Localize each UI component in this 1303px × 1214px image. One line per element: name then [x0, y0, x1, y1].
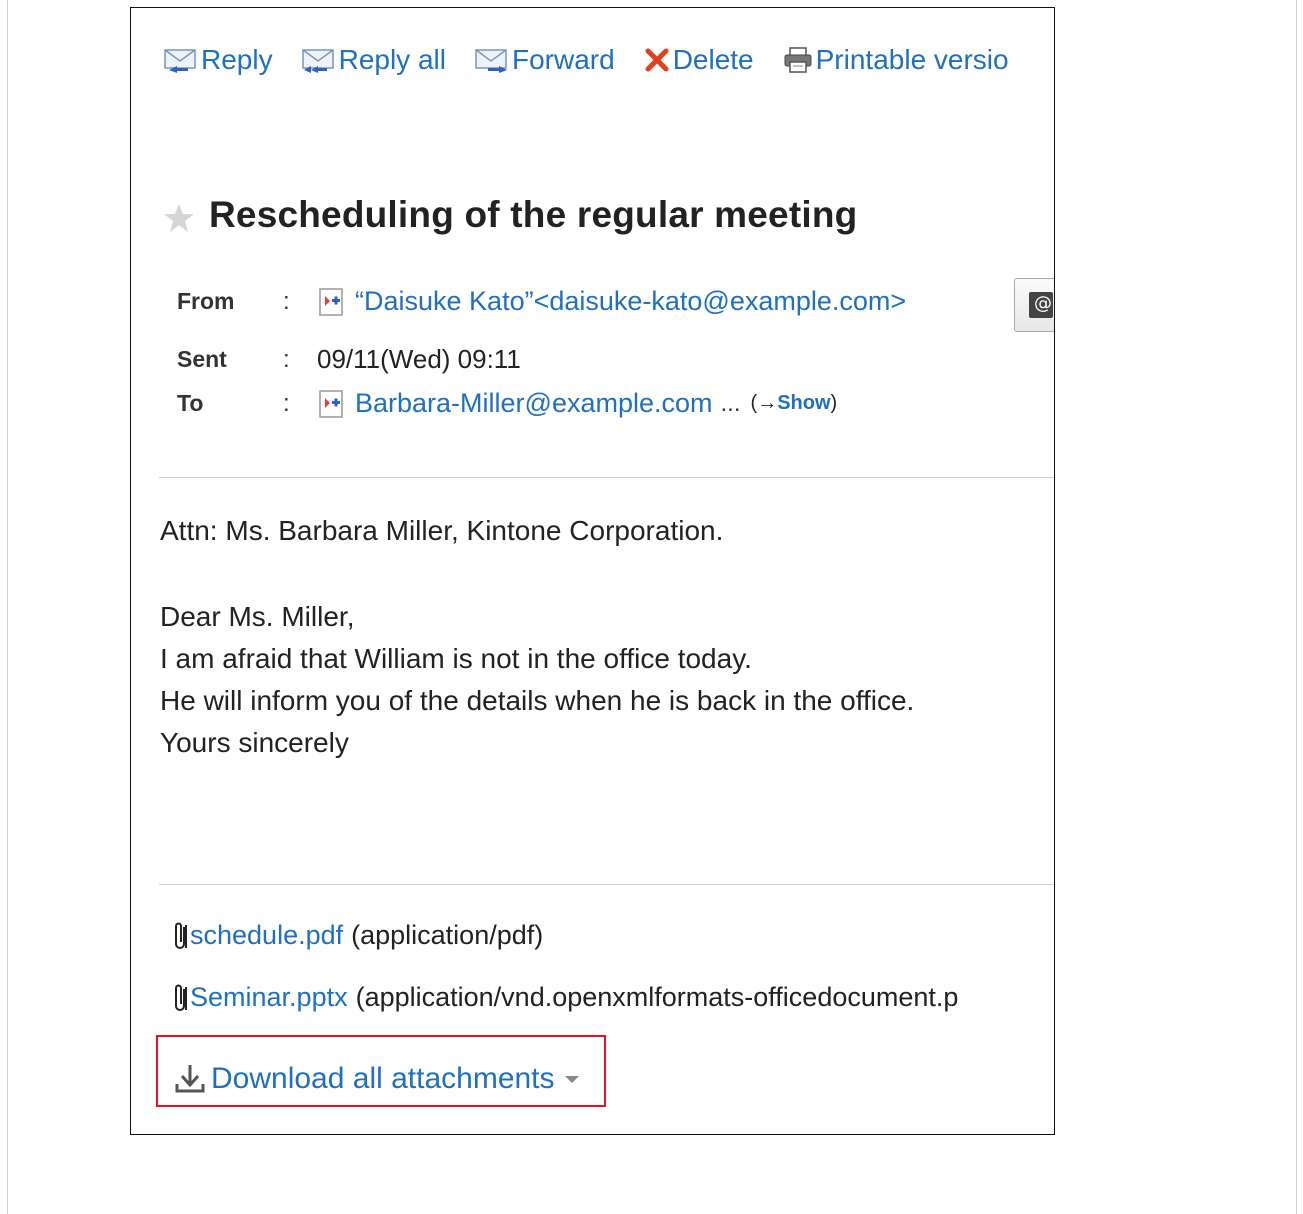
- header-divider: [159, 477, 1054, 478]
- reply-all-label: Reply all: [338, 44, 446, 75]
- delete-label: Delete: [672, 44, 754, 75]
- delete-button[interactable]: Delete: [643, 44, 754, 76]
- show-prefix: (→: [750, 392, 778, 414]
- download-icon: [175, 1065, 205, 1093]
- paperclip-icon: [175, 984, 187, 1011]
- attachment-link[interactable]: schedule.pdf: [190, 920, 343, 951]
- to-row: To : Barbara-Miller@example.com ... (→Sh…: [177, 388, 837, 419]
- to-colon: :: [283, 389, 290, 417]
- show-recipients-link[interactable]: Show: [777, 392, 830, 414]
- chevron-down-icon[interactable]: [564, 1075, 579, 1083]
- sent-colon: :: [283, 345, 290, 373]
- download-all-label[interactable]: Download all attachments: [211, 1062, 555, 1096]
- attachment-link[interactable]: Seminar.pptx: [190, 982, 348, 1013]
- reply-icon: [164, 49, 196, 73]
- sent-row: Sent : 09/11(Wed) 09:11: [177, 344, 521, 375]
- attachment-item: Seminar.pptx (application/vnd.openxmlfor…: [173, 982, 958, 1013]
- show-recipients: (→Show): [751, 392, 838, 415]
- forward-icon: [475, 49, 507, 73]
- reply-button[interactable]: Reply: [163, 44, 273, 76]
- body-line: He will inform you of the details when h…: [160, 685, 915, 716]
- from-row: From : “Daisuke Kato”<daisuke-kato@examp…: [177, 286, 906, 317]
- download-all-attachments-button[interactable]: Download all attachments: [173, 1062, 579, 1096]
- from-colon: :: [283, 287, 290, 315]
- add-address-icon[interactable]: [317, 287, 347, 317]
- subject-row: Rescheduling of the regular meeting: [163, 194, 857, 236]
- printable-version-button[interactable]: Printable versio: [782, 44, 1009, 76]
- to-label: To: [177, 390, 204, 416]
- address-card-button[interactable]: [1014, 278, 1054, 332]
- attachment-type: (application/pdf): [351, 920, 544, 950]
- to-address-link[interactable]: Barbara-Miller@example.com: [355, 388, 713, 419]
- body-line: Yours sincerely: [160, 727, 349, 758]
- from-address-link[interactable]: “Daisuke Kato”<daisuke-kato@example.com>: [355, 286, 906, 317]
- add-address-icon[interactable]: [317, 389, 347, 419]
- attachment-item: schedule.pdf (application/pdf): [173, 920, 543, 951]
- reply-all-icon: [301, 49, 334, 73]
- message-subject: Rescheduling of the regular meeting: [209, 194, 858, 235]
- body-line: Dear Ms. Miller,: [160, 601, 355, 632]
- printable-version-label: Printable versio: [815, 44, 1009, 75]
- to-more-ellipsis: ...: [720, 389, 741, 417]
- sent-datetime: 09/11(Wed) 09:11: [317, 344, 521, 374]
- printer-icon: [784, 47, 812, 73]
- mail-view-panel: Reply Reply all Forward Delete Printable…: [130, 7, 1055, 1135]
- reply-label: Reply: [201, 44, 273, 75]
- delete-x-icon: [645, 48, 669, 72]
- show-suffix: ): [830, 392, 838, 414]
- body-line: Attn: Ms. Barbara Miller, Kintone Corpor…: [160, 515, 724, 546]
- forward-label: Forward: [511, 44, 615, 75]
- attachment-type: (application/vnd.openxmlformats-officedo…: [355, 982, 959, 1012]
- mail-toolbar: Reply Reply all Forward Delete Printable…: [163, 40, 1037, 80]
- sent-label: Sent: [177, 346, 227, 372]
- body-divider: [159, 884, 1054, 885]
- paperclip-icon: [175, 922, 187, 949]
- reply-all-button[interactable]: Reply all: [301, 44, 446, 76]
- body-line: I am afraid that William is not in the o…: [160, 643, 752, 674]
- forward-button[interactable]: Forward: [474, 44, 615, 76]
- star-icon[interactable]: [163, 202, 195, 234]
- address-card-icon: [1029, 292, 1053, 318]
- from-label: From: [177, 288, 235, 314]
